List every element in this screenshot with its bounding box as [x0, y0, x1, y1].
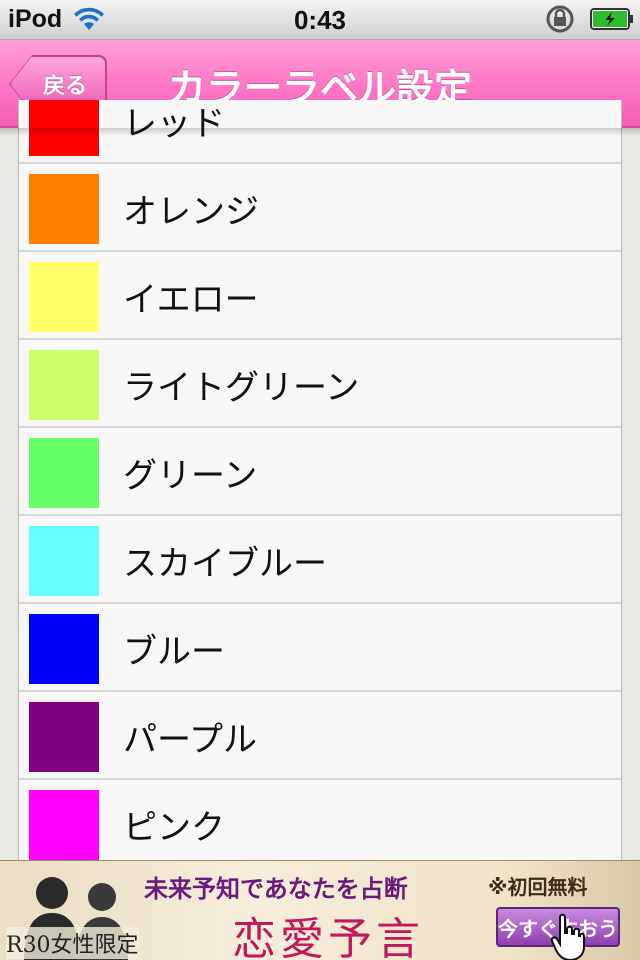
color-swatch — [29, 174, 99, 244]
color-label: ライトグリーン — [123, 367, 360, 408]
color-swatch — [29, 526, 99, 596]
list-item-light-green[interactable]: ライトグリーン — [19, 340, 621, 428]
color-swatch — [29, 614, 99, 684]
list-item-pink[interactable]: ピンク — [19, 780, 621, 860]
color-label: ブルー — [123, 631, 225, 672]
ad-banner[interactable]: R30女性限定 未来予知であなたを占断 ※初回無料 恋愛予言 今すぐ占おう — [0, 860, 640, 960]
color-swatch — [29, 790, 99, 860]
list-item-purple[interactable]: パープル — [19, 692, 621, 780]
color-label: ピンク — [123, 807, 225, 848]
list-item-yellow[interactable]: イエロー — [19, 252, 621, 340]
color-swatch — [29, 350, 99, 420]
color-label-list: レッド オレンジ イエロー ライトグリーン グリーン スカイブルー ブルー パー… — [18, 100, 622, 860]
color-label: イエロー — [123, 279, 259, 320]
rotation-lock-icon — [546, 5, 574, 33]
ad-free-note: ※初回無料 — [488, 875, 588, 899]
battery-charging-icon — [590, 8, 633, 30]
color-swatch — [29, 262, 99, 332]
color-label: パープル — [123, 719, 257, 760]
color-label: オレンジ — [123, 191, 259, 232]
ad-tag: R30女性限定 — [6, 927, 139, 959]
nav-shadow — [0, 128, 640, 136]
list-item-orange[interactable]: オレンジ — [19, 164, 621, 252]
color-swatch — [29, 702, 99, 772]
list-item-sky-blue[interactable]: スカイブルー — [19, 516, 621, 604]
ad-headline: 未来予知であなたを占断 — [144, 874, 408, 903]
hand-cursor-icon — [550, 913, 585, 960]
color-label: スカイブルー — [123, 543, 327, 584]
list-item-blue[interactable]: ブルー — [19, 604, 621, 692]
ad-title: 恋愛予言 — [232, 914, 424, 960]
color-swatch — [29, 438, 99, 508]
list-item-green[interactable]: グリーン — [19, 428, 621, 516]
color-label: グリーン — [123, 455, 258, 496]
status-bar: iPod 0:43 — [0, 0, 640, 40]
